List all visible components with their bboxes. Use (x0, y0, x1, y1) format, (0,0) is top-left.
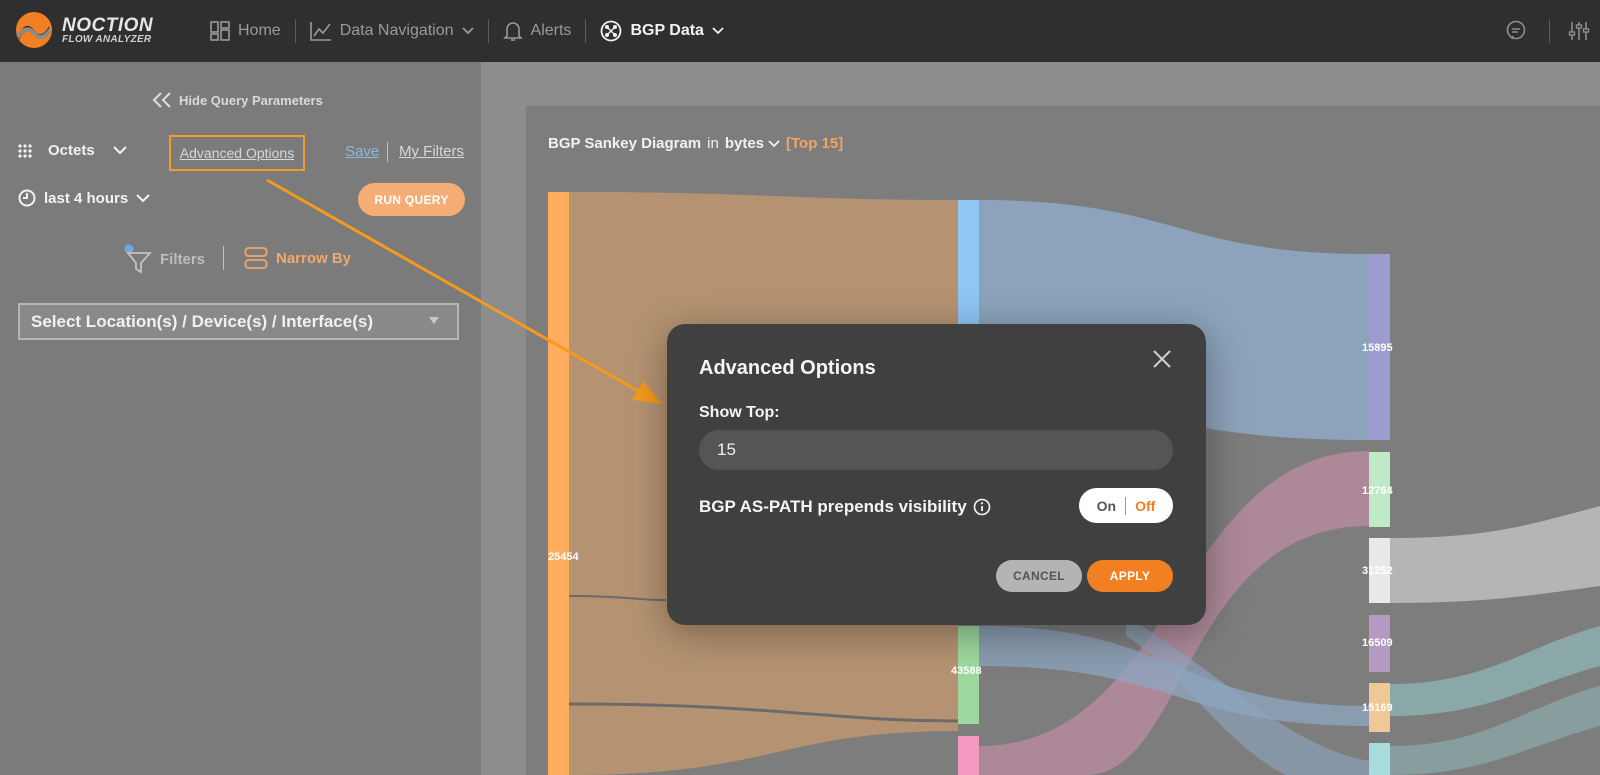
nav-alerts[interactable]: Alerts (499, 0, 576, 62)
chart-title-in: in (707, 135, 719, 152)
main-nav: Home Data Navigation Alerts BGP Data (206, 0, 728, 62)
dashboard-icon (210, 21, 230, 41)
nav-alerts-label: Alerts (530, 22, 572, 39)
chevron-down-icon (112, 146, 127, 155)
topbar-divider (1549, 19, 1550, 43)
settings-sliders-icon[interactable] (1568, 20, 1590, 42)
logo-icon (16, 12, 52, 48)
chart-title: BGP Sankey Diagram in bytes [Top 15] (548, 135, 843, 152)
advanced-options-link[interactable]: Advanced Options (169, 135, 305, 171)
grid-icon (18, 143, 32, 158)
nav-bgp-data-label: BGP Data (630, 22, 704, 39)
bgp-network-icon (601, 20, 622, 42)
cancel-button[interactable]: CANCEL (996, 560, 1082, 592)
logo-title: NOCTION (62, 14, 154, 36)
nav-home-label: Home (238, 22, 281, 39)
caret-down-icon (429, 317, 439, 324)
nav-bgp-data[interactable]: BGP Data (596, 0, 728, 62)
prepend-visibility-label: BGP AS-PATH prepends visibility (699, 497, 991, 517)
link-divider (387, 142, 388, 162)
my-filters-link[interactable]: My Filters (399, 143, 464, 160)
top-count-label: [Top 15] (786, 135, 844, 152)
nav-data-navigation-label: Data Navigation (339, 22, 454, 39)
metric-label: Octets (48, 142, 95, 159)
node-label-15895: 15895 (1362, 342, 1393, 354)
chat-icon[interactable] (1505, 20, 1527, 42)
filter-icon (124, 244, 152, 274)
unit-selector[interactable]: bytes (725, 135, 780, 152)
node-label-12764: 12764 (1362, 485, 1393, 497)
run-query-button[interactable]: RUN QUERY (358, 183, 465, 216)
nav-home[interactable]: Home (206, 0, 285, 62)
chevron-down-icon (712, 27, 724, 35)
line-chart-icon (309, 22, 331, 41)
toggle-on-option[interactable]: On (1088, 498, 1125, 514)
chevron-down-icon (136, 193, 150, 202)
node-label-15169: 15169 (1362, 702, 1393, 714)
node-label-25454: 25454 (548, 551, 579, 563)
nav-divider (294, 19, 296, 43)
show-top-label: Show Top: (699, 404, 780, 421)
apply-button[interactable]: APPLY (1087, 560, 1173, 592)
time-range-selector[interactable]: last 4 hours (18, 189, 150, 207)
time-range-label: last 4 hours (44, 189, 129, 207)
location-device-interface-select[interactable]: Select Location(s) / Device(s) / Interfa… (18, 303, 459, 340)
double-chevron-left-icon (152, 92, 171, 108)
bell-icon (502, 22, 523, 41)
filters-divider (223, 246, 224, 270)
sankey-node-middle-pink[interactable] (958, 736, 979, 775)
narrow-by-label: Narrow By (276, 249, 352, 267)
info-icon[interactable] (973, 498, 991, 516)
filters-button[interactable]: Filters (124, 244, 205, 274)
modal-title: Advanced Options (699, 357, 876, 379)
node-label-43588: 43588 (951, 665, 982, 677)
show-top-input[interactable] (699, 430, 1173, 470)
sankey-node-25454[interactable] (548, 192, 569, 775)
noction-logo[interactable]: NOCTION FLOW ANALYZER (14, 10, 153, 50)
narrow-by-icon (244, 247, 268, 269)
chevron-down-icon (768, 139, 780, 147)
filters-label: Filters (160, 250, 206, 268)
node-label-16509: 16509 (1362, 637, 1393, 649)
hide-query-parameters-button[interactable]: Hide Query Parameters (152, 92, 323, 108)
nav-data-navigation[interactable]: Data Navigation (306, 0, 478, 62)
logo-subtitle: FLOW ANALYZER (62, 33, 152, 45)
sankey-node-bottom-right[interactable] (1369, 743, 1390, 775)
metric-selector[interactable]: Octets (18, 142, 127, 159)
prepend-visibility-text: BGP AS-PATH prepends visibility (699, 497, 967, 516)
nav-divider (585, 19, 587, 43)
prepend-visibility-toggle[interactable]: On Off (1079, 488, 1173, 523)
node-label-31252: 31252 (1362, 565, 1393, 577)
nav-divider (487, 19, 489, 43)
hide-query-label: Hide Query Parameters (179, 92, 323, 108)
sankey-link (1390, 506, 1600, 603)
top-navigation-bar: NOCTION FLOW ANALYZER Home Data Navigati… (0, 0, 1600, 62)
location-select-label: Select Location(s) / Device(s) / Interfa… (31, 311, 373, 331)
chevron-down-icon (461, 27, 474, 35)
advanced-options-modal: Advanced Options Show Top: BGP AS-PATH p… (667, 324, 1206, 625)
toggle-off-option[interactable]: Off (1126, 498, 1164, 514)
narrow-by-button[interactable]: Narrow By (244, 246, 351, 270)
save-link[interactable]: Save (345, 143, 379, 160)
clock-icon (18, 189, 36, 207)
unit-label: bytes (724, 135, 765, 152)
topbar-right-tools (1505, 0, 1600, 62)
close-icon[interactable] (1150, 347, 1174, 371)
chart-title-prefix: BGP Sankey Diagram (548, 135, 702, 152)
query-parameters-panel: Hide Query Parameters Octets Advanced Op… (0, 62, 481, 775)
